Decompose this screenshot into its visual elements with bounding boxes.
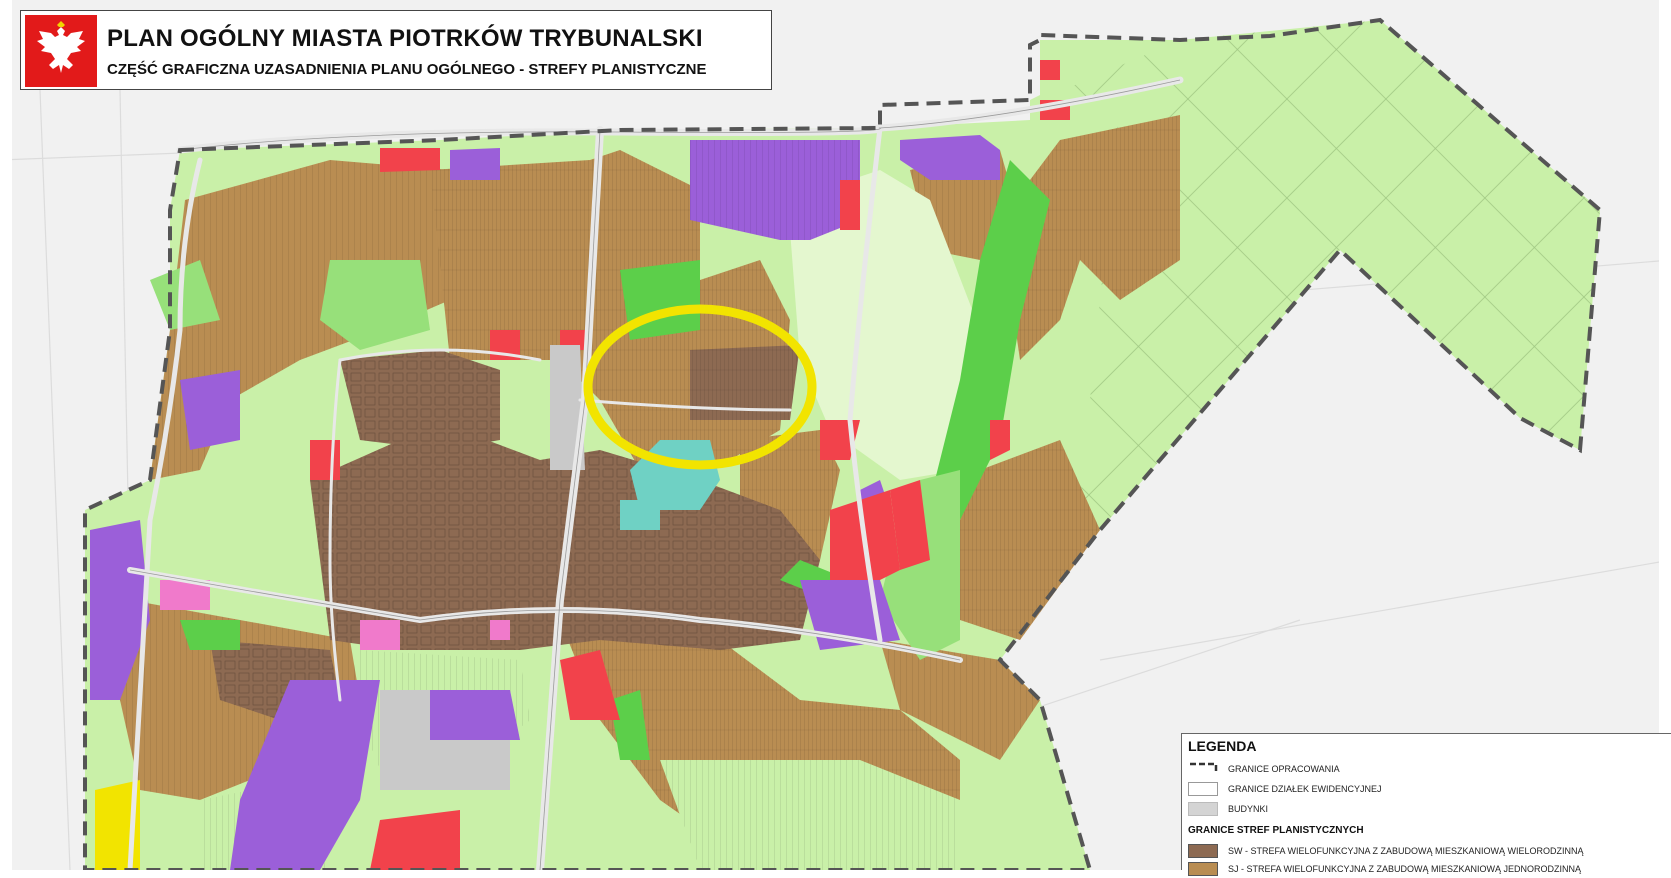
legend-zone-sj: SJ - STREFA WIELOFUNKCYJNA Z ZABUDOWĄ MI… bbox=[1188, 860, 1581, 878]
dashed-boundary-icon bbox=[1190, 762, 1218, 774]
legend-zone-label: SW - STREFA WIELOFUNKCYJNA Z ZABUDOWĄ MI… bbox=[1228, 846, 1584, 856]
legend-title: LEGENDA bbox=[1188, 738, 1257, 754]
parcel-outline-icon bbox=[1188, 782, 1218, 796]
sj-zone-swatch bbox=[1188, 862, 1218, 876]
legend-panel: LEGENDA GRANICE OPRACOWANIA GRANICE DZIA… bbox=[1181, 733, 1671, 876]
white-eagle-icon bbox=[37, 21, 85, 73]
legend-zone-label: SJ - STREFA WIELOFUNKCYJNA Z ZABUDOWĄ MI… bbox=[1228, 864, 1582, 874]
legend-item-buildings: BUDYNKI bbox=[1188, 800, 1268, 818]
legend-item-label: GRANICE DZIAŁEK EWIDENCYJNEJ bbox=[1228, 784, 1382, 794]
title-block: PLAN OGÓLNY MIASTA PIOTRKÓW TRYBUNALSKI … bbox=[20, 10, 772, 90]
legend-item-label: BUDYNKI bbox=[1228, 804, 1269, 814]
legend-item-study-boundary: GRANICE OPRACOWANIA bbox=[1188, 760, 1340, 778]
legend-item-parcel-boundary: GRANICE DZIAŁEK EWIDENCYJNEJ bbox=[1188, 780, 1382, 798]
legend-zones-title: GRANICE STREF PLANISTYCZNYCH bbox=[1188, 825, 1364, 836]
legend-item-label: GRANICE OPRACOWANIA bbox=[1228, 764, 1340, 774]
sw-zone-swatch bbox=[1188, 844, 1218, 858]
building-swatch-icon bbox=[1188, 802, 1218, 816]
legend-zone-sw: SW - STREFA WIELOFUNKCYJNA Z ZABUDOWĄ MI… bbox=[1188, 842, 1584, 860]
left-margin bbox=[0, 0, 12, 870]
map-subtitle: CZĘŚĆ GRAFICZNA UZASADNIENIA PLANU OGÓLN… bbox=[107, 61, 707, 78]
coat-of-arms-icon bbox=[25, 15, 97, 87]
map-title: PLAN OGÓLNY MIASTA PIOTRKÓW TRYBUNALSKI bbox=[107, 25, 703, 52]
